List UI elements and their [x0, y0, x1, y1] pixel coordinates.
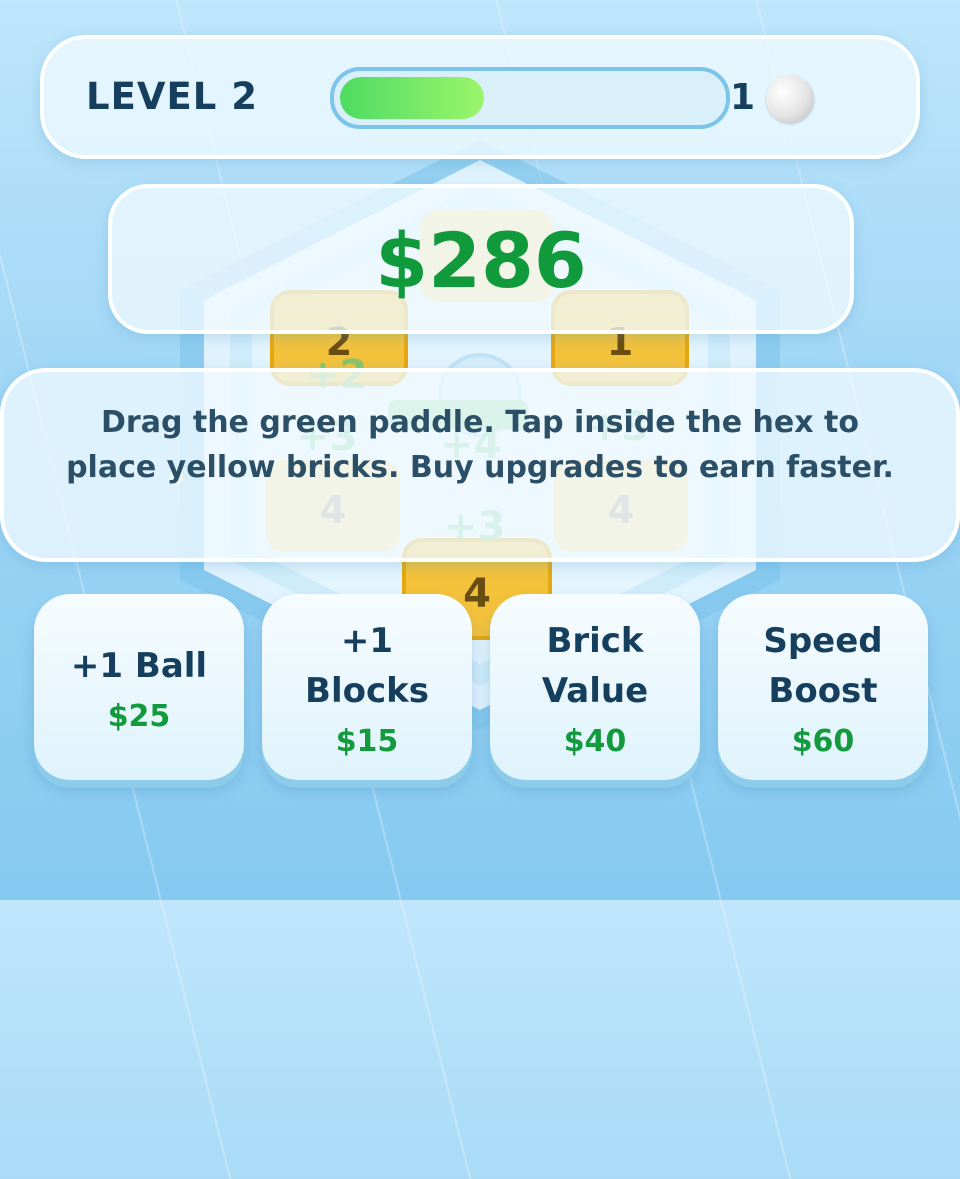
level-progress-fill	[340, 77, 484, 119]
top-bar: LEVEL 2 1	[40, 35, 920, 159]
upgrade-title: Speed Boost	[763, 620, 883, 711]
upgrade-title: +1 Ball	[70, 645, 208, 686]
money-panel: $286	[108, 184, 854, 334]
tutorial-hint-text: Drag the green paddle. Tap inside the he…	[66, 405, 894, 485]
level-progress-bar	[330, 67, 730, 129]
upgrade-price: $60	[791, 723, 855, 759]
ball-count: 1	[730, 77, 756, 118]
money-counter: $286	[375, 216, 587, 305]
upgrade-ball-button[interactable]: +1 Ball $25	[34, 594, 244, 780]
upgrade-price: $15	[335, 723, 399, 759]
brick-value: 4	[463, 571, 491, 617]
tutorial-hint-panel[interactable]: Drag the green paddle. Tap inside the he…	[0, 368, 960, 562]
upgrade-title: +1 Blocks	[305, 620, 429, 711]
ball-icon	[766, 75, 814, 123]
level-label: LEVEL 2	[86, 75, 258, 118]
upgrade-price: $25	[107, 698, 171, 734]
upgrade-title: Brick Value	[541, 620, 649, 711]
upgrade-blocks-button[interactable]: +1 Blocks $15	[262, 594, 472, 780]
upgrade-price: $40	[563, 723, 627, 759]
upgrade-brick-value-button[interactable]: Brick Value $40	[490, 594, 700, 780]
upgrade-speed-boost-button[interactable]: Speed Boost $60	[718, 594, 928, 780]
